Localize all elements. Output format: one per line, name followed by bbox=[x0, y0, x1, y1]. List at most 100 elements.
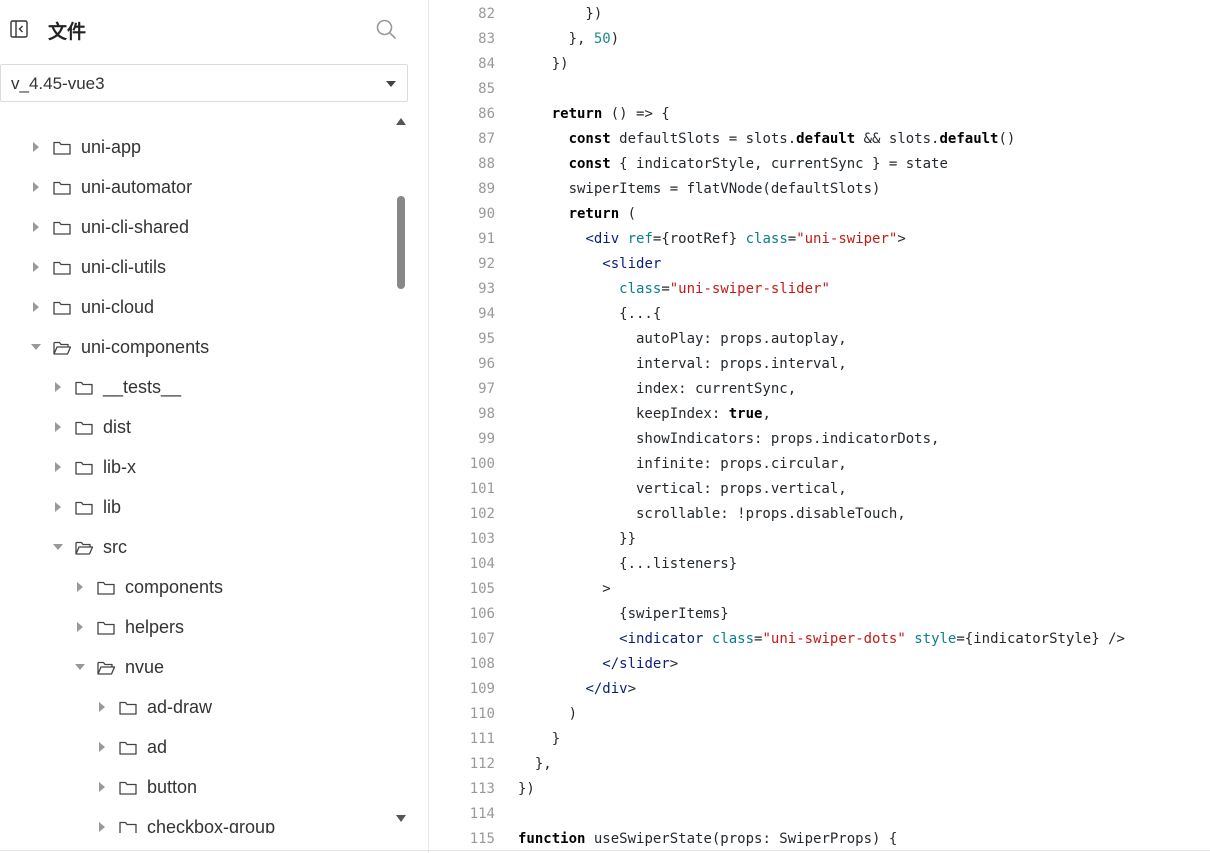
caret-right-icon[interactable] bbox=[33, 302, 39, 312]
tree-item-tests[interactable]: __tests__ bbox=[53, 367, 181, 407]
code-text: </div> bbox=[585, 681, 637, 697]
line-number: 101 bbox=[469, 481, 495, 497]
scroll-up-icon[interactable] bbox=[396, 118, 406, 125]
caret-right-icon[interactable] bbox=[55, 502, 61, 512]
code-line: 103 }} bbox=[430, 527, 1210, 552]
caret-right-icon[interactable] bbox=[55, 462, 61, 472]
sidebar-header: 文件 bbox=[0, 0, 429, 60]
code-text: vertical: props.vertical, bbox=[518, 481, 847, 497]
tree-item-uni-cli-utils[interactable]: uni-cli-utils bbox=[31, 247, 166, 287]
tree-item-ad[interactable]: ad bbox=[97, 727, 167, 767]
tree-item-lib[interactable]: lib bbox=[53, 487, 121, 527]
tree-item-uni-automator[interactable]: uni-automator bbox=[31, 167, 192, 207]
line-number: 102 bbox=[469, 506, 495, 522]
tree-item-uni-cloud[interactable]: uni-cloud bbox=[31, 287, 154, 327]
tree-item-button[interactable]: button bbox=[97, 767, 197, 807]
tree-item-nvue[interactable]: nvue bbox=[75, 647, 164, 687]
tree-item-uni-components[interactable]: uni-components bbox=[31, 327, 209, 367]
folder-icon bbox=[119, 821, 137, 833]
code-line: 113}) bbox=[430, 777, 1210, 802]
caret-right-icon[interactable] bbox=[99, 822, 105, 832]
line-number: 87 bbox=[478, 131, 495, 147]
branch-select[interactable]: v_4.45-vue3 bbox=[0, 64, 408, 102]
collapse-sidebar-icon[interactable] bbox=[10, 20, 28, 38]
tree-item-label: uni-automator bbox=[81, 176, 193, 197]
code-text: <indicator class="uni-swiper-dots" style… bbox=[619, 631, 1125, 647]
tree-item-label: uni-cli-utils bbox=[81, 256, 167, 277]
code-text: {...{ bbox=[518, 306, 662, 322]
code-text: index: currentSync, bbox=[518, 381, 797, 397]
code-line: 108 </slider> bbox=[430, 652, 1210, 677]
tree-item-lib-x[interactable]: lib-x bbox=[53, 447, 136, 487]
caret-down-icon[interactable] bbox=[31, 344, 41, 350]
caret-right-icon[interactable] bbox=[99, 742, 105, 752]
code-text: }) bbox=[518, 56, 569, 72]
caret-right-icon[interactable] bbox=[33, 142, 39, 152]
code-text: scrollable: !props.disableTouch, bbox=[518, 506, 906, 522]
caret-right-icon[interactable] bbox=[77, 582, 83, 592]
caret-right-icon[interactable] bbox=[99, 782, 105, 792]
scroll-down-icon[interactable] bbox=[396, 815, 406, 822]
caret-down-icon[interactable] bbox=[75, 664, 85, 670]
caret-right-icon[interactable] bbox=[33, 182, 39, 192]
folder-icon bbox=[53, 261, 71, 275]
code-line: 90 return ( bbox=[430, 202, 1210, 227]
line-number: 84 bbox=[478, 56, 495, 72]
code-text: function useSwiperState(props: SwiperPro… bbox=[518, 831, 898, 847]
code-line: 94 {...{ bbox=[430, 302, 1210, 327]
tree-item-label: dist bbox=[103, 416, 132, 437]
code-line: 102 scrollable: !props.disableTouch, bbox=[430, 502, 1210, 527]
tree-item-label: uni-cli-shared bbox=[81, 216, 190, 237]
code-line: 98 keepIndex: true, bbox=[430, 402, 1210, 427]
folder-icon bbox=[119, 701, 137, 715]
bottom-divider bbox=[0, 850, 1210, 851]
line-number: 100 bbox=[469, 456, 495, 472]
tree-item-label: button bbox=[147, 776, 198, 797]
tree-item-checkbox-group[interactable]: checkbox-group bbox=[97, 807, 275, 833]
tree-item-dist[interactable]: dist bbox=[53, 407, 131, 447]
caret-right-icon[interactable] bbox=[33, 222, 39, 232]
caret-right-icon[interactable] bbox=[99, 702, 105, 712]
folder-icon bbox=[75, 461, 93, 475]
code-line: 91 <div ref={rootRef} class="uni-swiper"… bbox=[430, 227, 1210, 252]
tree-item-src[interactable]: src bbox=[53, 527, 127, 567]
file-sidebar: 文件 v_4.45-vue3 uni-app uni-automator uni-c… bbox=[0, 0, 429, 853]
tree-item-ad-draw[interactable]: ad-draw bbox=[97, 687, 212, 727]
caret-right-icon[interactable] bbox=[55, 382, 61, 392]
code-text: swiperItems = flatVNode(defaultSlots) bbox=[518, 181, 881, 197]
tree-item-label: uni-components bbox=[81, 336, 210, 357]
code-text: showIndicators: props.indicatorDots, bbox=[518, 431, 940, 447]
code-text: }, 50) bbox=[518, 31, 620, 47]
search-icon[interactable] bbox=[375, 18, 397, 40]
code-line: 89 swiperItems = flatVNode(defaultSlots) bbox=[430, 177, 1210, 202]
code-viewer: 82 }) 83 }, 50) 84 }) 85 86 return () => {87… bbox=[430, 0, 1210, 853]
tree-item-label: src bbox=[103, 536, 127, 557]
tree-item-label: helpers bbox=[125, 616, 185, 637]
caret-right-icon[interactable] bbox=[77, 622, 83, 632]
tree-item-uni-app[interactable]: uni-app bbox=[31, 127, 141, 167]
line-number: 90 bbox=[478, 206, 495, 222]
caret-right-icon[interactable] bbox=[55, 422, 61, 432]
code-text: <div ref={rootRef} class="uni-swiper"> bbox=[585, 231, 906, 247]
tree-item-uni-cli-shared[interactable]: uni-cli-shared bbox=[31, 207, 189, 247]
code-line: 96 interval: props.interval, bbox=[430, 352, 1210, 377]
tree-item-label: __tests__ bbox=[103, 376, 182, 397]
code-line: 115 function useSwiperState(props: Swiper… bbox=[430, 827, 1210, 852]
folder-icon bbox=[97, 621, 115, 635]
caret-down-icon[interactable] bbox=[53, 544, 63, 550]
tree-scrollbar[interactable] bbox=[394, 118, 408, 828]
tree-item-components[interactable]: components bbox=[75, 567, 223, 607]
line-number: 82 bbox=[478, 6, 495, 22]
folder-icon bbox=[97, 581, 115, 595]
caret-right-icon[interactable] bbox=[33, 262, 39, 272]
line-number: 111 bbox=[469, 731, 495, 747]
code-text: <slider bbox=[602, 256, 662, 272]
code-line: 83 }, 50) bbox=[430, 27, 1210, 52]
folder-icon bbox=[53, 221, 71, 235]
line-number: 88 bbox=[478, 156, 495, 172]
line-number: 99 bbox=[478, 431, 495, 447]
code-text: }} bbox=[518, 531, 637, 547]
tree-item-helpers[interactable]: helpers bbox=[75, 607, 184, 647]
scroll-thumb[interactable] bbox=[397, 196, 405, 289]
code-line: 95 autoPlay: props.autoplay, bbox=[430, 327, 1210, 352]
